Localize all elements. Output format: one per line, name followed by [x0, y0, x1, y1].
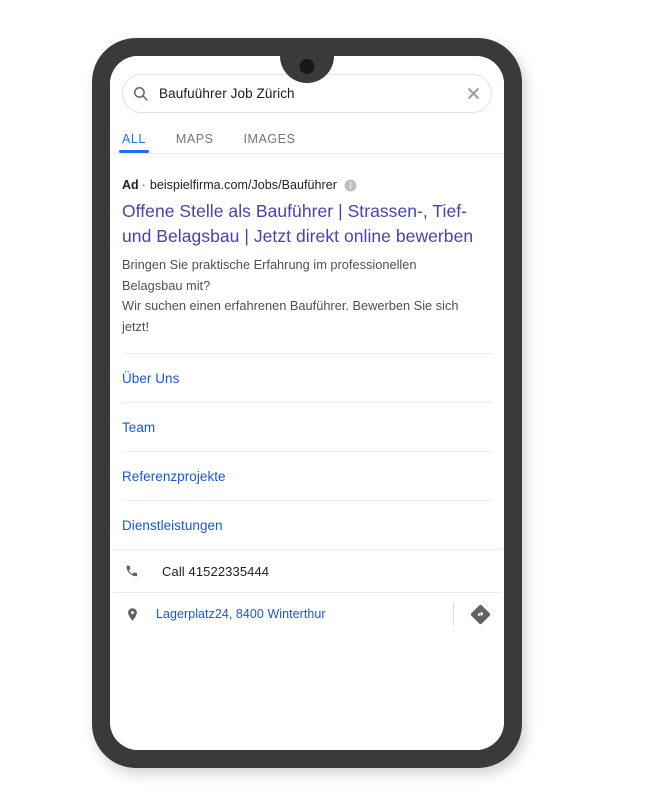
sitelink-referenzprojekte[interactable]: Referenzprojekte	[122, 451, 492, 500]
close-x-icon[interactable]	[455, 86, 491, 101]
ad-badge: Ad	[122, 178, 139, 192]
ad-display-url[interactable]: beispielfirma.com/Jobs/Bauführer	[150, 178, 337, 192]
sitelink-label: Über Uns	[122, 370, 180, 386]
ad-header-line: Ad · beispielfirma.com/Jobs/Bauführer	[122, 178, 492, 192]
call-label: Call 41522335444	[162, 563, 270, 579]
tab-all[interactable]: ALL	[119, 132, 149, 153]
sitelink-label: Team	[122, 419, 156, 435]
result-tabs: ALL MAPS IMAGES	[110, 121, 504, 154]
phone-screen-bezel: Baufuührer Job Zürich ALL MAPS IMAGES Ad…	[110, 56, 504, 750]
search-results-screen: Baufuührer Job Zürich ALL MAPS IMAGES Ad…	[110, 56, 504, 750]
directions-diamond-icon[interactable]	[468, 604, 492, 625]
sitelink-label: Referenzprojekte	[122, 468, 226, 484]
ad-headline[interactable]: Offene Stelle als Bauführer | Strassen-,…	[122, 199, 482, 249]
address-label[interactable]: Lagerplatz24, 8400 Winterthur	[156, 607, 453, 621]
tab-images[interactable]: IMAGES	[244, 132, 296, 153]
screenshot-canvas: Baufuührer Job Zürich ALL MAPS IMAGES Ad…	[0, 0, 650, 802]
tab-maps[interactable]: MAPS	[176, 132, 214, 153]
ad-separator: ·	[141, 178, 146, 192]
phone-device-frame: Baufuührer Job Zürich ALL MAPS IMAGES Ad…	[92, 38, 522, 768]
search-input[interactable]: Baufuührer Job Zürich	[157, 86, 455, 101]
search-icon	[123, 85, 157, 102]
sitelink-label: Dienstleistungen	[122, 517, 223, 533]
ad-result: Ad · beispielfirma.com/Jobs/Bauführer Of…	[110, 154, 504, 337]
map-pin-icon	[122, 607, 156, 622]
sitelink-uber-uns[interactable]: Über Uns	[122, 353, 492, 402]
sitelink-dienstleistungen[interactable]: Dienstleistungen	[122, 500, 492, 549]
phone-icon	[122, 564, 156, 579]
ad-description-line-2: Wir suchen einen erfahrenen Bauführer. B…	[122, 298, 459, 334]
info-circle-icon[interactable]	[344, 179, 357, 192]
front-camera-icon	[299, 59, 315, 74]
ad-description: Bringen Sie praktische Erfahrung im prof…	[122, 255, 467, 337]
sitelink-team[interactable]: Team	[122, 402, 492, 451]
divider	[453, 602, 454, 626]
call-extension-row[interactable]: Call 41522335444	[113, 549, 501, 592]
location-extension-row[interactable]: Lagerplatz24, 8400 Winterthur	[113, 592, 501, 635]
ad-description-line-1: Bringen Sie praktische Erfahrung im prof…	[122, 257, 417, 293]
ad-sitelinks: Über Uns Team Referenzprojekte Dienstlei…	[110, 353, 504, 549]
ad-extensions: Call 41522335444 Lagerplatz24, 8400 Wint…	[110, 549, 504, 635]
